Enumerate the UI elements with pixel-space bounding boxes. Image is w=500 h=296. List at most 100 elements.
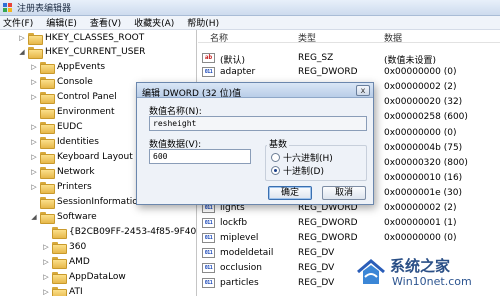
value-data-input[interactable]: 600 (149, 149, 251, 164)
tree-item-control-panel[interactable]: ▷ Control Panel (30, 90, 117, 104)
folder-open-icon (28, 47, 43, 59)
tree-item-amd[interactable]: ▷ AMD (42, 255, 90, 269)
tree-item-keyboard-layout[interactable]: ▷ Keyboard Layout (30, 150, 133, 164)
expand-arrow-icon[interactable]: ▷ (30, 168, 38, 176)
expand-arrow-icon[interactable]: ▷ (42, 288, 50, 296)
expand-arrow-icon[interactable]: ▷ (30, 153, 38, 161)
close-button[interactable]: x (356, 85, 370, 96)
edit-dword-dialog: 编辑 DWORD (32 位)值 x 数值名称(N): resheight 数值… (136, 82, 374, 205)
value-data: 0x0000004b (75) (384, 143, 463, 153)
value-data: 0x0000001e (30) (384, 188, 463, 198)
tree-item-sessioninformation[interactable]: SessionInformation (30, 195, 143, 209)
menu-file[interactable]: 文件(F) (3, 16, 33, 29)
value-type: REG_DWORD (298, 218, 358, 228)
expand-arrow-icon[interactable]: ▷ (30, 183, 38, 191)
expand-arrow-icon[interactable]: ▷ (30, 78, 38, 86)
dialog-title: 编辑 DWORD (32 位)值 (142, 89, 242, 99)
expand-arrow-icon[interactable]: ▷ (30, 63, 38, 71)
tree-item-environment[interactable]: Environment (30, 105, 114, 119)
column-header-name[interactable]: 名称 (210, 31, 228, 44)
folder-icon (40, 197, 55, 209)
tree-item-appevents[interactable]: ▷ AppEvents (30, 60, 105, 74)
dialog-title-bar[interactable]: 编辑 DWORD (32 位)值 x (137, 83, 373, 99)
dec-radio[interactable] (271, 166, 280, 175)
folder-icon (40, 137, 55, 149)
tree-item-label: HKEY_CURRENT_USER (45, 47, 146, 57)
value-type: REG_DV (298, 248, 335, 258)
list-row[interactable]: 011 lockfb REG_DWORD 0x00000001 (1) (198, 216, 500, 230)
binary-value-icon: 011 (202, 263, 215, 273)
tree-item-appdatalow[interactable]: ▷ AppDataLow (42, 270, 126, 284)
tree-item-label: ATI (69, 287, 83, 296)
ok-button[interactable]: 确定 (268, 186, 312, 200)
expand-arrow-icon[interactable]: ▷ (30, 93, 38, 101)
menu-view[interactable]: 查看(V) (90, 16, 121, 29)
tree-item-label: Printers (57, 182, 92, 192)
tree-item-printers[interactable]: ▷ Printers (30, 180, 92, 194)
menu-favorites[interactable]: 收藏夹(A) (134, 16, 174, 29)
binary-value-icon: 011 (202, 278, 215, 288)
menu-edit[interactable]: 编辑(E) (46, 16, 77, 29)
column-header-data[interactable]: 数据 (384, 31, 402, 44)
hex-radio-label: 十六进制(H) (283, 154, 333, 164)
collapse-arrow-icon[interactable]: ◢ (18, 48, 26, 56)
list-header: 名称 类型 数据 (198, 30, 500, 44)
expand-arrow-icon[interactable]: ▷ (42, 243, 50, 251)
value-data: 0x00000000 (0) (384, 128, 457, 138)
tree-item-label: Keyboard Layout (57, 152, 133, 162)
expand-arrow-icon[interactable]: ▷ (42, 258, 50, 266)
collapse-arrow-icon[interactable]: ◢ (30, 213, 38, 221)
tree-item-label: AMD (69, 257, 90, 267)
tree-item-label: AppDataLow (69, 272, 126, 282)
menu-help[interactable]: 帮助(H) (187, 16, 219, 29)
cancel-button[interactable]: 取消 (322, 186, 366, 200)
list-row[interactable]: 011 adapter REG_DWORD 0x00000000 (0) (198, 65, 500, 79)
folder-icon (40, 92, 55, 104)
folder-icon (28, 33, 43, 45)
expand-arrow-icon[interactable]: ▷ (42, 273, 50, 281)
tree-item-label: {B2CB09FF-2453-4f85-9F40-2 (69, 227, 197, 237)
binary-value-icon: 011 (202, 233, 215, 243)
expand-arrow-icon[interactable]: ▷ (30, 123, 38, 131)
value-name: modeldetail (220, 248, 274, 258)
tree-item-ati[interactable]: ▷ ATI (42, 285, 83, 296)
folder-icon (40, 122, 55, 134)
value-name: lockfb (220, 218, 248, 228)
binary-value-icon: 011 (202, 67, 215, 77)
value-name: occlusion (220, 263, 263, 273)
list-row[interactable]: 011 miplevel REG_DWORD 0x00000000 (0) (198, 231, 500, 245)
value-data: 0x00000000 (0) (384, 67, 457, 77)
tree-item-hkey-current-user[interactable]: ◢ HKEY_CURRENT_USER (18, 45, 145, 59)
watermark-url: Win10net.com (392, 275, 472, 288)
hex-radio[interactable] (271, 153, 280, 162)
list-row[interactable]: ab (默认) REG_SZ (数值未设置) (198, 51, 500, 66)
tree-item-guid-key[interactable]: {B2CB09FF-2453-4f85-9F40-2 (42, 225, 197, 239)
tree-item-eudc[interactable]: ▷ EUDC (30, 120, 83, 134)
value-name-field[interactable]: resheight (149, 116, 367, 131)
value-name: adapter (220, 67, 256, 77)
tree-item-label: EUDC (57, 122, 83, 132)
tree-item-360[interactable]: ▷ 360 (42, 240, 86, 254)
binary-value-icon: 011 (202, 248, 215, 258)
menu-bar: 文件(F) 编辑(E) 查看(V) 收藏夹(A) 帮助(H) (0, 16, 500, 30)
tree-item-hkey-classes-root[interactable]: ▷ HKEY_CLASSES_ROOT (18, 31, 144, 45)
tree-item-network[interactable]: ▷ Network (30, 165, 95, 179)
tree-item-label: AppEvents (57, 62, 106, 72)
tree-item-identities[interactable]: ▷ Identities (30, 135, 99, 149)
house-logo-icon (357, 259, 385, 284)
tree-item-software[interactable]: ◢ Software (30, 210, 97, 224)
folder-icon (40, 77, 55, 89)
tree-item-label: Environment (57, 107, 115, 117)
hex-radio-option[interactable]: 十六进制(H) (271, 151, 333, 164)
expand-arrow-icon[interactable]: ▷ (30, 138, 38, 146)
tree-item-label: Console (57, 77, 93, 87)
dec-radio-option[interactable]: 十进制(D) (271, 164, 324, 177)
value-data: 0x00000001 (1) (384, 218, 457, 228)
tree-item-console[interactable]: ▷ Console (30, 75, 93, 89)
column-header-type[interactable]: 类型 (298, 31, 316, 44)
expand-arrow-icon[interactable]: ▷ (18, 34, 26, 42)
folder-icon (52, 242, 67, 254)
folder-icon (40, 182, 55, 194)
title-bar: 注册表编辑器 (0, 0, 500, 16)
tree-item-label: 360 (69, 242, 87, 252)
